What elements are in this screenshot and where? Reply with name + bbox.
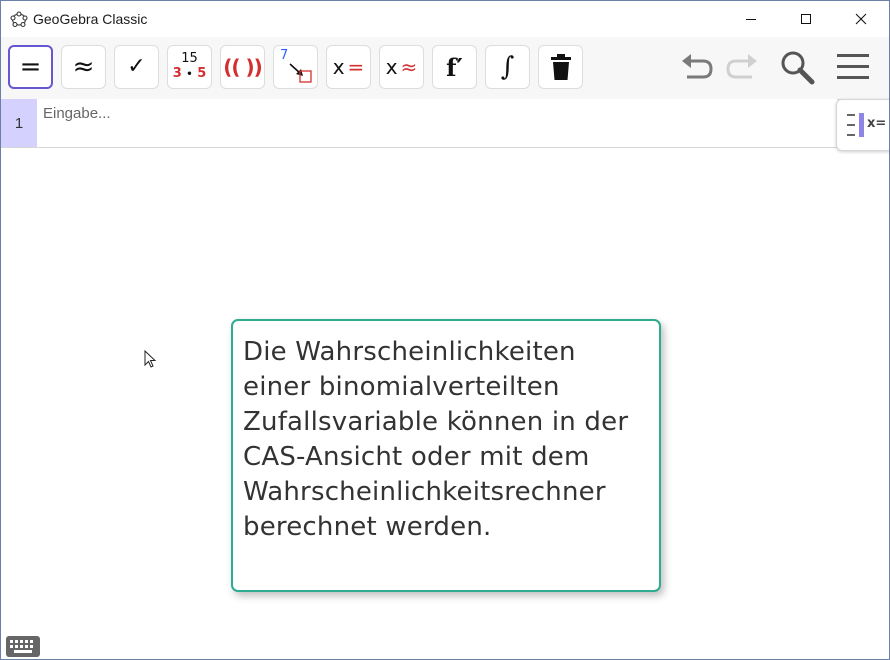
geogebra-window: GeoGebra Classic = ≈ ✓ 15 3 • 5 (()) 7 …	[0, 0, 890, 660]
expand-button[interactable]: (( ))	[220, 45, 265, 89]
search-icon	[781, 51, 815, 85]
keep-input-button[interactable]: ✓	[114, 45, 159, 89]
nsolve-eq-label: ≈	[400, 55, 418, 79]
integral-button[interactable]: ∫	[485, 45, 530, 89]
solve-numerically-button[interactable]: x ≈	[379, 45, 424, 89]
solve-eq-label: =	[347, 55, 365, 79]
algebra-view-toggle[interactable]: x=	[836, 99, 889, 151]
nsolve-x-label: x	[385, 55, 398, 79]
keep-input-label: ✓	[127, 54, 146, 79]
main-menu-button[interactable]	[833, 47, 873, 87]
factor-button[interactable]: 15 3 • 5	[167, 45, 212, 89]
close-icon	[855, 13, 867, 25]
cas-input-field[interactable]: Eingabe...	[43, 103, 111, 125]
title-bar: GeoGebra Classic	[1, 1, 889, 37]
factor-dot: •	[186, 68, 193, 80]
minimize-icon	[746, 19, 756, 20]
factor-bottom-label: 3 • 5	[173, 66, 207, 83]
redo-button[interactable]	[722, 47, 762, 87]
virtual-keyboard-button[interactable]	[5, 635, 41, 659]
maximize-button[interactable]	[783, 1, 829, 37]
maximize-icon	[801, 14, 811, 24]
delete-button[interactable]	[538, 45, 583, 89]
solve-button[interactable]: x =	[326, 45, 371, 89]
substitute-button[interactable]: 7	[273, 45, 318, 89]
close-button[interactable]	[838, 1, 884, 37]
info-tooltip: Die Wahrscheinlichkeiten einer binomialv…	[231, 319, 661, 592]
keyboard-icon	[6, 636, 40, 657]
numeric-label: ≈	[72, 52, 95, 82]
derivative-button[interactable]: f′	[432, 45, 477, 89]
redo-icon	[726, 54, 757, 79]
substitute-arrow-icon	[289, 63, 312, 83]
evaluate-label: =	[19, 52, 42, 82]
factor-bottom-right: 5	[197, 65, 207, 81]
row-number[interactable]: 1	[1, 99, 37, 147]
mouse-cursor-icon	[144, 350, 157, 368]
factor-top-label: 15	[181, 50, 198, 66]
algebra-toggle-label: x=	[867, 116, 887, 131]
search-button[interactable]	[777, 47, 817, 87]
factor-bottom-left: 3	[172, 65, 182, 81]
numeric-button[interactable]: ≈	[61, 45, 106, 89]
evaluate-button[interactable]: =	[8, 45, 53, 89]
minimize-button[interactable]	[728, 1, 774, 37]
derivative-label: f′	[446, 52, 463, 82]
cas-input-row: 1 Eingabe...	[1, 99, 837, 148]
cas-toolbar: = ≈ ✓ 15 3 • 5 (( )) 7 x = x ≈ f′ ∫	[1, 37, 889, 100]
integral-label: ∫	[500, 52, 515, 82]
expand-label: (( ))	[223, 55, 263, 79]
undo-button[interactable]	[677, 47, 717, 87]
tooltip-text: Die Wahrscheinlichkeiten einer binomialv…	[243, 337, 629, 542]
geogebra-logo-icon	[10, 11, 28, 28]
window-title: GeoGebra Classic	[33, 11, 148, 27]
menu-icon	[837, 54, 869, 79]
undo-icon	[682, 54, 713, 79]
trash-icon	[550, 54, 571, 80]
solve-x-label: x	[332, 55, 345, 79]
